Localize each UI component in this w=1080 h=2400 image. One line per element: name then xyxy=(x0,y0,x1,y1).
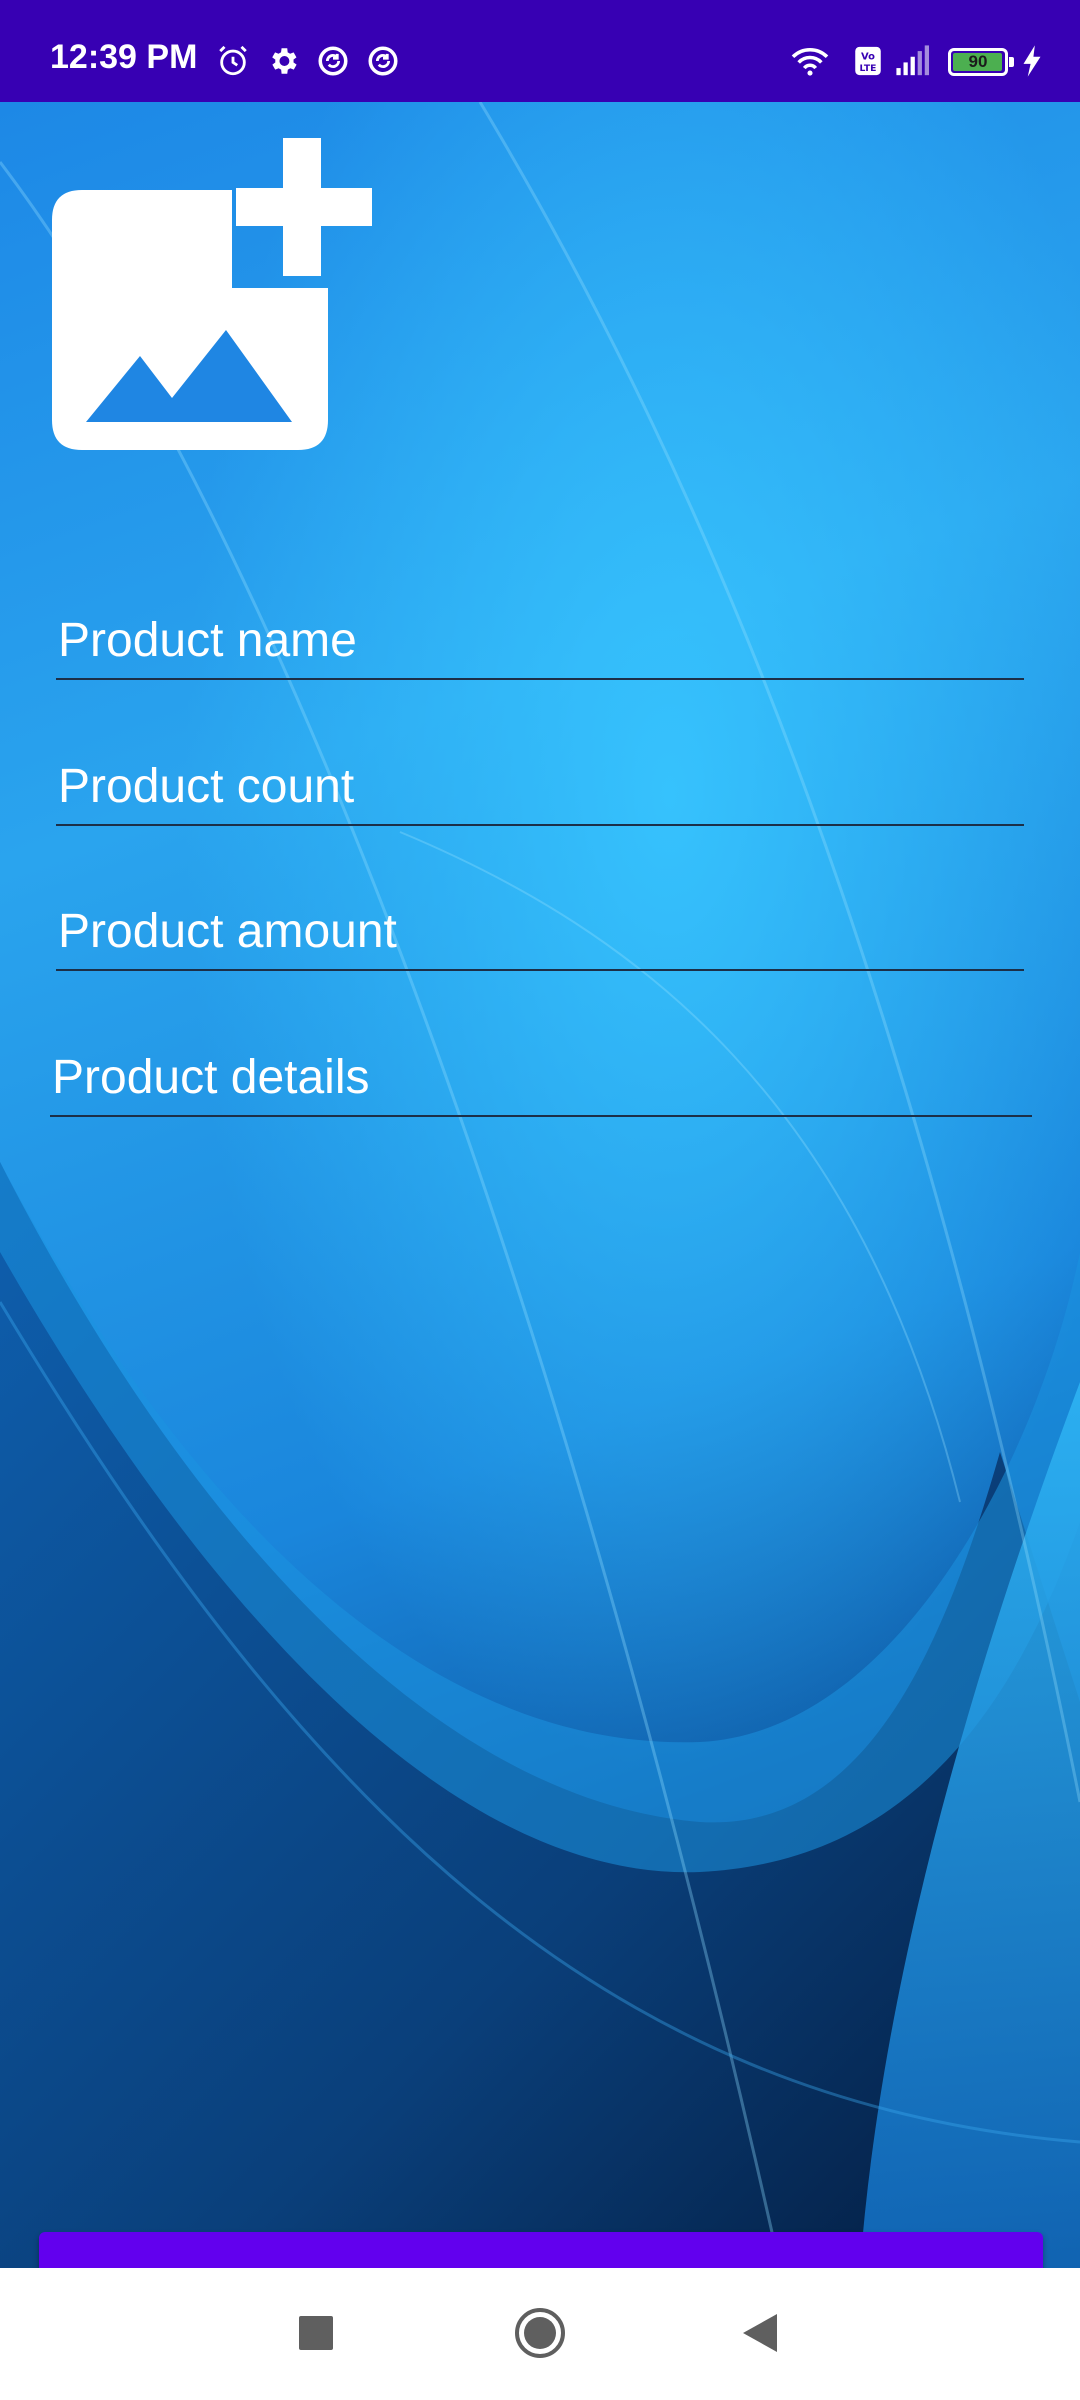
product-name-field[interactable] xyxy=(56,610,1024,680)
back-triangle-icon[interactable] xyxy=(725,2298,795,2368)
charging-icon xyxy=(1020,44,1044,78)
wifi-icon xyxy=(788,44,832,78)
product-count-input[interactable] xyxy=(56,756,1024,826)
save-button[interactable]: SAVE xyxy=(39,2232,1043,2268)
signal-icon xyxy=(892,44,932,78)
sync-icon xyxy=(366,44,400,78)
status-bar: 12:39 PM Vo LTE 90 xyxy=(0,0,1080,102)
gear-icon xyxy=(266,44,300,78)
battery-level: 90 xyxy=(968,52,988,71)
sync-icon xyxy=(316,44,350,78)
volte-icon: Vo LTE xyxy=(852,44,884,78)
product-details-input[interactable] xyxy=(50,1047,1032,1117)
product-name-input[interactable] xyxy=(56,610,1024,680)
product-amount-input[interactable] xyxy=(56,901,1024,971)
battery-icon: 90 xyxy=(948,48,1014,76)
add-image-icon[interactable] xyxy=(52,134,382,464)
add-product-form: SAVE xyxy=(0,102,1080,2268)
product-details-field[interactable] xyxy=(50,1047,1032,1117)
svg-text:Vo: Vo xyxy=(861,52,875,63)
product-amount-field[interactable] xyxy=(56,901,1024,971)
navigation-bar xyxy=(0,2268,1080,2400)
status-time: 12:39 PM xyxy=(50,38,198,76)
alarm-icon xyxy=(216,44,250,78)
recents-square-icon[interactable] xyxy=(281,2298,351,2368)
home-circle-icon[interactable] xyxy=(505,2298,575,2368)
product-count-field[interactable] xyxy=(56,756,1024,826)
screen: 12:39 PM Vo LTE 90 Product name Product … xyxy=(0,0,1080,2400)
svg-text:LTE: LTE xyxy=(860,63,877,74)
